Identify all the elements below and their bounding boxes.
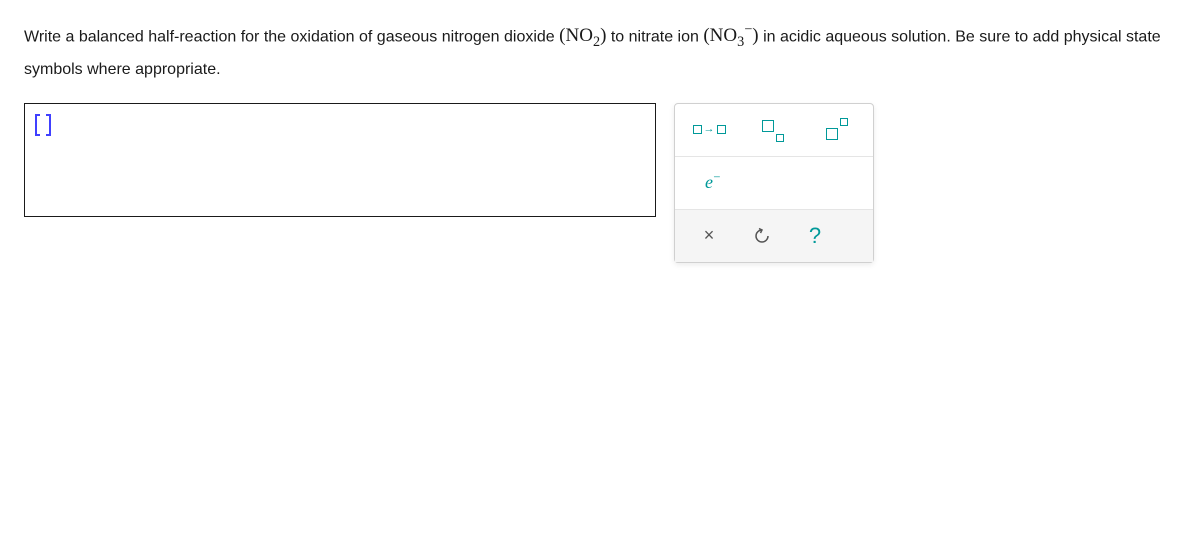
clear-button[interactable]: × (689, 222, 729, 250)
square-icon (717, 125, 726, 134)
electron-button[interactable]: e− (689, 169, 729, 197)
subscript-button[interactable] (753, 116, 793, 144)
reaction-arrow-button[interactable]: → (689, 116, 729, 144)
formula-no3: (NO3−) (703, 25, 758, 46)
question-text: Write a balanced half-reaction for the o… (24, 18, 1176, 85)
answer-input[interactable] (24, 103, 656, 217)
cursor-icon (35, 114, 51, 136)
question-icon: ? (809, 223, 821, 249)
formula-no2: (NO2) (559, 25, 606, 46)
question-part2: to nitrate ion (611, 28, 704, 45)
question-part1: Write a balanced half-reaction for the o… (24, 28, 559, 45)
undo-icon (753, 227, 771, 245)
square-icon (762, 120, 774, 132)
superscript-button[interactable] (817, 116, 857, 144)
arrow-icon: → (704, 124, 715, 135)
reset-button[interactable] (753, 227, 771, 245)
x-icon: × (704, 225, 715, 246)
square-icon (826, 128, 838, 140)
square-icon (840, 118, 848, 126)
equation-toolbox: → e− (674, 103, 874, 263)
square-icon (693, 125, 702, 134)
help-button[interactable]: ? (795, 222, 835, 250)
square-icon (776, 134, 784, 142)
